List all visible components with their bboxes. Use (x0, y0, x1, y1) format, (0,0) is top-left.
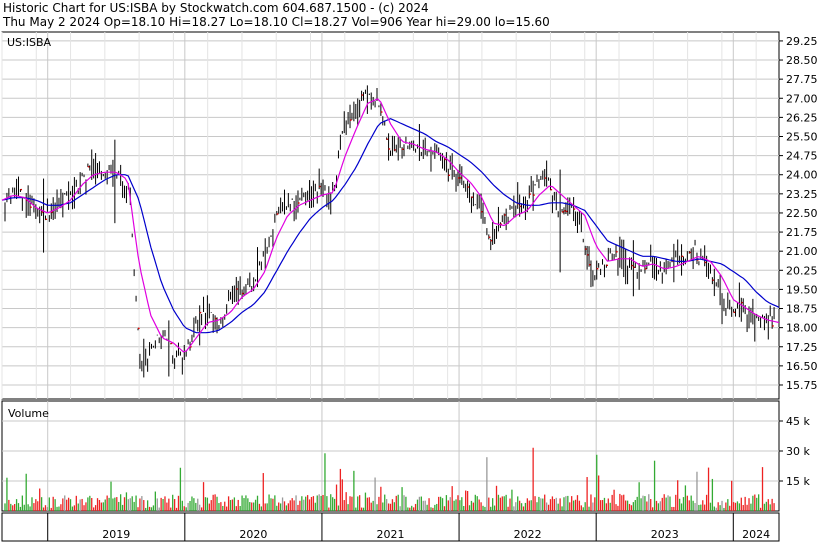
price-tick-label: 24.75 (786, 150, 818, 163)
price-panel (1, 31, 780, 400)
year-label: 2024 (742, 528, 770, 541)
price-tick-label: 17.25 (786, 341, 818, 354)
year-label: 2023 (651, 528, 679, 541)
price-tick-label: 20.25 (786, 264, 818, 277)
price-tick-label: 27.75 (786, 73, 818, 86)
price-tick-label: 19.50 (786, 283, 818, 296)
stock-chart: 29.25 28.50 27.75 27.00 26.25 25.50 24.75 24.00… (1, 31, 818, 542)
price-tick-label: 15.75 (786, 379, 818, 392)
volume-panel (1, 400, 780, 512)
symbol-label: US:ISBA (7, 36, 52, 49)
price-tick-label: 23.25 (786, 188, 818, 201)
year-label: 2019 (102, 528, 130, 541)
price-tick-label: 29.25 (786, 35, 818, 48)
volume-label: Volume (8, 407, 49, 420)
volume-tick-label: 30 k (786, 445, 810, 458)
price-tick-label: 22.50 (786, 207, 818, 220)
price-tick-label: 27.00 (786, 92, 818, 105)
year-label: 2020 (239, 528, 267, 541)
price-tick-label: 21.00 (786, 245, 818, 258)
volume-tick-label: 45 k (786, 415, 810, 428)
price-tick-label: 21.75 (786, 226, 818, 239)
price-tick-label: 25.50 (786, 130, 818, 143)
price-tick-label: 24.00 (786, 169, 818, 182)
price-tick-label: 16.50 (786, 360, 818, 373)
price-tick-label: 18.75 (786, 303, 818, 316)
price-tick-label: 26.25 (786, 111, 818, 124)
volume-tick-label: 15 k (786, 475, 810, 488)
year-label: 2021 (377, 528, 405, 541)
year-label: 2022 (514, 528, 542, 541)
price-tick-label: 18.00 (786, 322, 818, 335)
price-tick-label: 28.50 (786, 54, 818, 67)
